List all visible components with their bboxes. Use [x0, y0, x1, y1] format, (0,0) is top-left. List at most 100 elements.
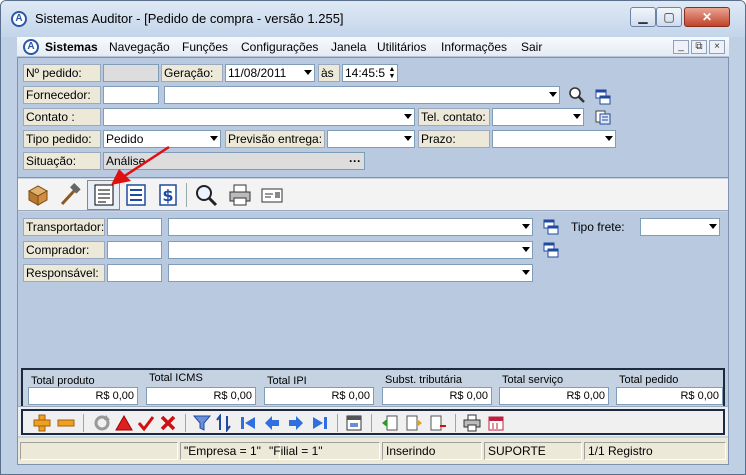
total-servico-label: Total serviço	[502, 374, 564, 386]
hammer-icon[interactable]	[58, 183, 82, 207]
phone-list-icon[interactable]	[594, 108, 612, 126]
refresh-icon[interactable]	[93, 414, 111, 432]
status-empresa: "Empresa = 1"	[180, 442, 280, 460]
status-bar: "Empresa = 1" "Filial = 1" Inserindo SUP…	[18, 438, 728, 464]
red-arrow-annotation	[111, 145, 170, 185]
magnifier-icon[interactable]	[194, 183, 218, 207]
app-logo-icon: A	[11, 11, 27, 27]
chevron-down-icon[interactable]	[709, 224, 717, 229]
card-icon[interactable]	[260, 183, 284, 207]
comprador-name-field[interactable]	[168, 241, 533, 259]
title-bar[interactable]: A Sistemas Auditor - [Pedido de compra -…	[1, 1, 745, 37]
chevron-down-icon[interactable]	[210, 136, 218, 141]
menu-bar: A Sistemas Navegação Funções Configuraçõ…	[17, 37, 729, 57]
ellipsis-button[interactable]: ···	[349, 153, 361, 169]
export-icon[interactable]	[405, 414, 423, 432]
record-navigator	[18, 406, 728, 436]
previsao-field[interactable]	[327, 130, 415, 148]
chevron-down-icon[interactable]	[522, 270, 530, 275]
total-ipi-label: Total IPI	[267, 375, 307, 387]
prazo-select[interactable]	[492, 130, 616, 148]
subst-tributaria-label: Subst. tributária	[385, 374, 463, 386]
maximize-button[interactable]: ▢	[656, 7, 682, 27]
geracao-label: Geração:	[161, 64, 223, 82]
remove-icon[interactable]	[57, 414, 75, 432]
delete-list-icon[interactable]	[429, 414, 447, 432]
fornecedor-code-field[interactable]	[103, 86, 159, 104]
import-icon[interactable]	[381, 414, 399, 432]
geracao-time-field[interactable]: 14:45:5 ▲ ▼	[342, 64, 398, 82]
confirm-check-icon[interactable]	[137, 414, 155, 432]
open-window-icon[interactable]	[542, 241, 560, 259]
first-record-icon[interactable]	[239, 414, 257, 432]
menu-janela[interactable]: Janela	[331, 40, 366, 54]
total-icms-label: Total ICMS	[149, 372, 203, 384]
spin-arrows-icon[interactable]: ▲ ▼	[388, 66, 396, 80]
mdi-restore-button[interactable]: ⧉	[691, 40, 707, 54]
filter-icon[interactable]	[193, 414, 211, 432]
comprador-code-field[interactable]	[107, 241, 162, 259]
minimize-button[interactable]: ▁	[630, 7, 656, 27]
nav-separator	[455, 414, 456, 432]
tipo-frete-select[interactable]	[640, 218, 720, 236]
navigator-frame	[21, 409, 725, 435]
search-icon[interactable]	[568, 86, 586, 104]
geracao-date-value: 11/08/2011	[228, 66, 287, 80]
transportador-code-field[interactable]	[107, 218, 162, 236]
warning-icon[interactable]	[115, 414, 133, 432]
open-window-icon[interactable]	[542, 218, 560, 236]
chevron-down-icon[interactable]	[605, 136, 613, 141]
mdi-close-button[interactable]: ×	[709, 40, 725, 54]
total-servico-value: R$ 0,00	[499, 387, 609, 405]
total-icms-value: R$ 0,00	[146, 387, 256, 405]
package-icon[interactable]	[26, 183, 50, 207]
menu-sistemas[interactable]: Sistemas	[45, 40, 98, 54]
status-cell-empty	[20, 442, 178, 460]
transportador-name-field[interactable]	[168, 218, 533, 236]
app-logo-icon: A	[23, 39, 39, 55]
window-title: Sistemas Auditor - [Pedido de compra - v…	[35, 11, 344, 26]
print-icon[interactable]	[463, 414, 481, 432]
nav-separator	[371, 414, 372, 432]
menu-informacoes[interactable]: Informações	[441, 40, 507, 54]
comprador-label: Comprador:	[23, 241, 105, 259]
status-filial: "Filial = 1"	[266, 442, 380, 460]
responsavel-code-field[interactable]	[107, 264, 162, 282]
contato-field[interactable]	[103, 108, 415, 126]
responsavel-name-field[interactable]	[168, 264, 533, 282]
pedido-field[interactable]	[103, 64, 159, 82]
tipo-frete-label: Tipo frete:	[571, 220, 625, 234]
menu-configuracoes[interactable]: Configurações	[241, 40, 318, 54]
chevron-down-icon[interactable]	[549, 92, 557, 97]
status-registro: 1/1 Registro	[584, 442, 726, 460]
menu-navegacao[interactable]: Navegação	[109, 40, 170, 54]
cancel-x-icon[interactable]	[159, 414, 177, 432]
nav-separator	[185, 414, 186, 432]
chevron-down-icon[interactable]	[404, 136, 412, 141]
chevron-down-icon[interactable]	[573, 114, 581, 119]
chevron-down-icon[interactable]	[404, 114, 412, 119]
responsavel-label: Responsável:	[23, 264, 105, 282]
menu-utilitarios[interactable]: Utilitários	[377, 40, 426, 54]
nav-separator	[83, 414, 84, 432]
fornecedor-name-field[interactable]	[164, 86, 560, 104]
calendar-icon[interactable]	[487, 414, 505, 432]
geracao-date-field[interactable]: 11/08/2011	[225, 64, 315, 82]
add-icon[interactable]	[33, 414, 51, 432]
chevron-down-icon[interactable]	[304, 70, 312, 75]
menu-funcoes[interactable]: Funções	[182, 40, 228, 54]
chevron-down-icon[interactable]	[522, 224, 530, 229]
mdi-minimize-button[interactable]: _	[673, 40, 689, 54]
next-record-icon[interactable]	[287, 414, 305, 432]
window-icon[interactable]	[345, 414, 363, 432]
sort-icon[interactable]	[215, 414, 233, 432]
close-button[interactable]: ✕	[684, 7, 730, 27]
previous-record-icon[interactable]	[263, 414, 281, 432]
last-record-icon[interactable]	[311, 414, 329, 432]
total-ipi-value: R$ 0,00	[264, 387, 374, 405]
tel-contato-field[interactable]	[492, 108, 584, 126]
menu-sair[interactable]: Sair	[521, 40, 542, 54]
printer-icon[interactable]	[228, 183, 252, 207]
open-window-icon[interactable]	[594, 88, 612, 106]
chevron-down-icon[interactable]	[522, 247, 530, 252]
